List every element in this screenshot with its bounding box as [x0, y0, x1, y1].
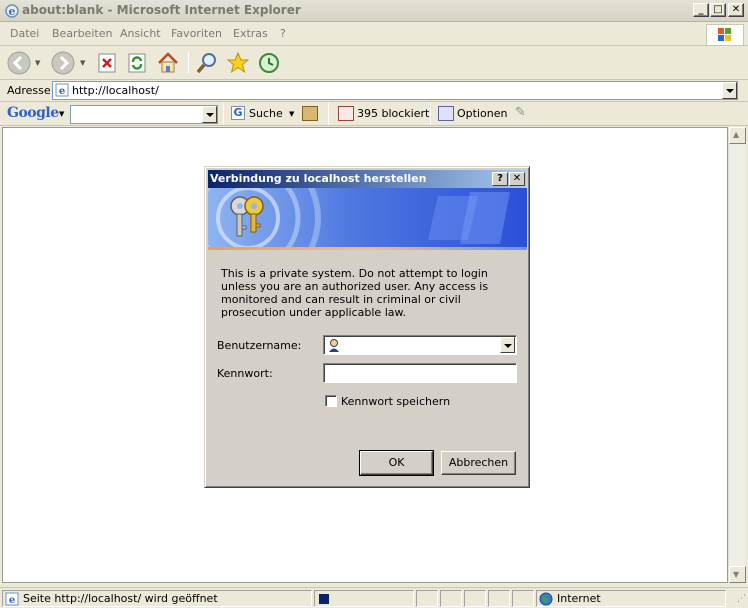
cancel-button[interactable]: Abbrechen — [441, 451, 516, 475]
ok-button[interactable]: OK — [359, 450, 434, 476]
forward-icon[interactable] — [50, 50, 76, 76]
dialog-title-bar: Verbindung zu localhost herstellen ? ✕ — [208, 170, 526, 188]
menu-help[interactable]: ? — [280, 27, 286, 40]
back-dropdown-icon[interactable]: ▼ — [35, 59, 40, 67]
ie-logo-icon: e — [5, 4, 19, 18]
scroll-up-button[interactable]: ▲ — [729, 127, 746, 144]
menu-favoriten[interactable]: Favoriten — [171, 27, 222, 40]
window-title: about:blank - Microsoft Internet Explore… — [22, 3, 301, 17]
options-icon — [438, 106, 454, 121]
refresh-icon[interactable] — [124, 50, 150, 76]
back-icon[interactable] — [6, 50, 32, 76]
title-bar: e about:blank - Microsoft Internet Explo… — [0, 0, 748, 22]
status-bar: e Seite http://localhost/ wird geöffnet … — [0, 587, 748, 608]
dialog-help-button[interactable]: ? — [492, 172, 508, 186]
progress-bar — [319, 594, 329, 604]
windows-flag-icon — [718, 28, 731, 41]
vertical-scrollbar[interactable]: ▲ ▼ — [728, 127, 746, 583]
menu-ansicht[interactable]: Ansicht — [120, 27, 161, 40]
address-url: http://localhost/ — [72, 84, 159, 97]
username-label: Benutzername: — [217, 339, 302, 352]
page-loading-icon: e — [5, 592, 19, 606]
svg-text:e: e — [59, 86, 65, 97]
address-dropdown-button[interactable] — [722, 82, 737, 99]
username-dropdown-button[interactable] — [500, 337, 515, 353]
close-button[interactable]: ✕ — [728, 3, 744, 17]
address-bar: Adresse e http://localhost/ — [0, 80, 748, 102]
user-icon — [329, 339, 339, 352]
resize-grip-icon[interactable]: ⋰ — [737, 594, 746, 604]
password-input[interactable] — [323, 363, 517, 383]
menu-datei[interactable]: Datei — [10, 27, 39, 40]
google-menu-icon[interactable]: ▼ — [59, 110, 64, 118]
globe-icon — [539, 592, 553, 606]
page-info-icon[interactable] — [302, 106, 318, 121]
dialog-title: Verbindung zu localhost herstellen — [210, 172, 427, 185]
status-text-cell: e Seite http://localhost/ wird geöffnet — [2, 590, 312, 607]
status-progress-cell — [314, 590, 414, 607]
google-logo[interactable]: Google — [7, 105, 59, 121]
status-text: Seite http://localhost/ wird geöffnet — [23, 592, 218, 605]
dialog-message: This is a private system. Do not attempt… — [221, 267, 489, 319]
menu-bearbeiten[interactable]: Bearbeiten — [52, 27, 112, 40]
search-icon[interactable] — [194, 50, 220, 76]
popup-blocker-icon — [338, 106, 354, 121]
google-search-dropdown-button[interactable] — [202, 106, 217, 123]
close-icon: ✕ — [731, 4, 741, 15]
security-zone-label: Internet — [557, 592, 601, 605]
menu-extras[interactable]: Extras — [233, 27, 268, 40]
google-search-icon: G — [231, 106, 245, 120]
google-search-options-icon[interactable]: ▼ — [289, 110, 294, 118]
stop-icon[interactable] — [94, 50, 120, 76]
forward-dropdown-icon[interactable]: ▼ — [80, 59, 85, 67]
highlight-pen-icon[interactable]: ✎ — [515, 105, 526, 120]
svg-text:e: e — [9, 5, 16, 18]
maximize-button[interactable]: □ — [710, 3, 726, 17]
remember-password-checkbox[interactable] — [325, 395, 337, 407]
address-input[interactable]: e http://localhost/ — [52, 81, 738, 100]
menu-bar: Datei Bearbeiten Ansicht Favoriten Extra… — [0, 22, 748, 46]
minimize-icon: _ — [698, 4, 704, 15]
standard-toolbar: ▼ ▼ — [0, 47, 748, 80]
scroll-down-button[interactable]: ▼ — [729, 566, 746, 583]
minimize-button[interactable]: _ — [693, 3, 709, 17]
dialog-close-button[interactable]: ✕ — [509, 172, 525, 186]
home-icon[interactable] — [155, 50, 181, 76]
google-search-button[interactable]: Suche — [249, 107, 283, 120]
page-icon: e — [55, 83, 69, 97]
browser-window: e about:blank - Microsoft Internet Explo… — [0, 0, 748, 608]
maximize-icon: □ — [713, 4, 723, 15]
svg-text:e: e — [9, 595, 15, 606]
windows-logo — [706, 24, 744, 46]
scroll-up-icon: ▲ — [733, 130, 740, 139]
address-label: Adresse — [7, 84, 51, 97]
keys-icon — [230, 196, 264, 237]
popup-blocked-count[interactable]: 395 blockiert — [357, 107, 429, 120]
dialog-banner — [208, 188, 527, 248]
username-combobox[interactable] — [323, 335, 517, 355]
history-icon[interactable] — [256, 50, 282, 76]
scroll-down-icon: ▼ — [733, 570, 740, 579]
options-button[interactable]: Optionen — [457, 107, 507, 120]
remember-password-label[interactable]: Kennwort speichern — [341, 395, 450, 408]
security-zone-cell: Internet — [536, 590, 726, 607]
favorites-icon[interactable] — [225, 50, 251, 76]
google-search-input[interactable] — [70, 105, 218, 124]
login-dialog: Verbindung zu localhost herstellen ? ✕ T… — [204, 166, 530, 488]
password-label: Kennwort: — [217, 367, 273, 380]
google-toolbar: Google ▼ G Suche ▼ 395 blockiert Optione… — [0, 102, 748, 126]
